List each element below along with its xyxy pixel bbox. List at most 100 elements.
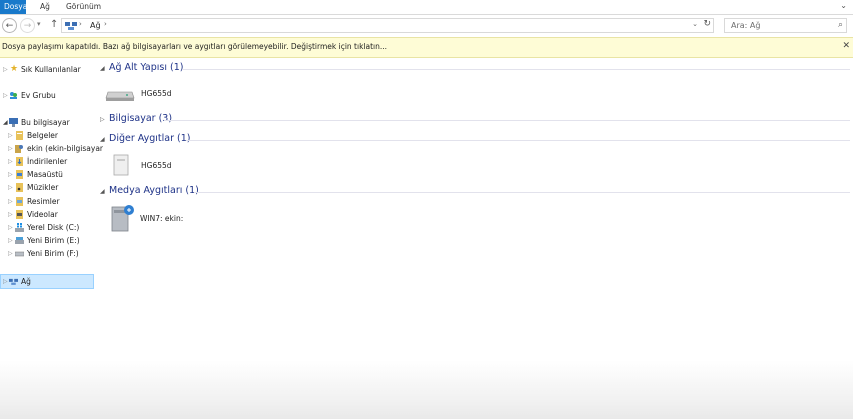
collapse-arrow-icon[interactable]: ◢ bbox=[100, 136, 105, 143]
nav-item-downloads[interactable]: ▷ İndirilenler bbox=[0, 155, 97, 168]
nav-item-label: Ev Grubu bbox=[21, 91, 56, 100]
group-other-devices[interactable]: ◢ Diğer Aygıtlar (1) bbox=[100, 133, 850, 147]
nav-item-homegroup[interactable]: ▷ Ev Grubu bbox=[0, 89, 97, 102]
nav-item-drive-f[interactable]: ▷ Yeni Birim (F:) bbox=[0, 247, 97, 260]
group-divider bbox=[182, 69, 850, 70]
media-server-icon bbox=[111, 205, 134, 232]
nav-item-label: Sık Kullanılanlar bbox=[21, 65, 81, 74]
expand-arrow-icon[interactable]: ▷ bbox=[8, 247, 13, 260]
expand-arrow-icon[interactable]: ▷ bbox=[3, 89, 8, 102]
nav-item-label: Yerel Disk (C:) bbox=[27, 223, 80, 232]
group-title: Bilgisayar (3) bbox=[109, 113, 173, 124]
tab-network[interactable]: Ağ bbox=[35, 0, 55, 14]
collapse-arrow-icon[interactable]: ◢ bbox=[100, 65, 105, 72]
nav-item-local-disk-c[interactable]: ▷ Yerel Disk (C:) bbox=[0, 221, 97, 234]
device-icon bbox=[113, 154, 129, 176]
downloads-icon bbox=[16, 157, 23, 166]
nav-item-user-folder[interactable]: ▷ ekin (ekin-bilgisayar bbox=[0, 142, 103, 155]
nav-item-drive-e[interactable]: ▷ Yeni Birim (E:) bbox=[0, 234, 97, 247]
ribbon-tabs: Dosya Ağ Görünüm ⌄ bbox=[0, 0, 853, 15]
expand-arrow-icon[interactable]: ▷ bbox=[8, 129, 13, 142]
removable-drive-icon bbox=[15, 251, 24, 257]
nav-item-label: İndirilenler bbox=[27, 157, 68, 166]
collapse-arrow-icon[interactable]: ◢ bbox=[3, 116, 8, 129]
expand-arrow-icon[interactable]: ▷ bbox=[8, 221, 13, 234]
expand-arrow-icon[interactable]: ▷ bbox=[8, 181, 13, 194]
group-title: Diğer Aygıtlar (1) bbox=[109, 133, 191, 144]
breadcrumb-chevron-icon[interactable]: › bbox=[79, 20, 82, 28]
nav-item-this-pc[interactable]: ◢ Bu bilgisayar bbox=[0, 116, 97, 129]
collapse-arrow-icon[interactable]: ◢ bbox=[100, 188, 105, 195]
group-divider bbox=[186, 140, 850, 141]
info-bar[interactable]: Dosya paylaşımı kapatıldı. Bazı ağ bilgi… bbox=[0, 37, 853, 58]
nav-item-label: Yeni Birim (F:) bbox=[27, 249, 79, 258]
back-button[interactable]: ← bbox=[2, 18, 17, 33]
nav-item-label: Resimler bbox=[27, 197, 60, 206]
tab-view[interactable]: Görünüm bbox=[61, 0, 106, 14]
address-dropdown-icon[interactable]: ⌄ bbox=[692, 20, 698, 28]
nav-item-label: ekin (ekin-bilgisayar bbox=[27, 144, 103, 153]
nav-item-label: Müzikler bbox=[27, 183, 59, 192]
nav-item-label: Videolar bbox=[27, 210, 58, 219]
nav-item-pictures[interactable]: ▷ Resimler bbox=[0, 195, 97, 208]
group-network-infrastructure[interactable]: ◢ Ağ Alt Yapısı (1) bbox=[100, 62, 850, 76]
expand-arrow-icon[interactable]: ▷ bbox=[8, 142, 13, 155]
group-computers[interactable]: ▷ Bilgisayar (3) bbox=[100, 113, 850, 127]
music-icon bbox=[16, 183, 23, 192]
nav-item-network[interactable]: ▷ Ağ bbox=[0, 274, 94, 289]
device-item[interactable]: HG655d bbox=[105, 86, 245, 114]
device-label: HG655d bbox=[141, 161, 172, 170]
expand-arrow-icon[interactable]: ▷ bbox=[100, 116, 105, 123]
expand-arrow-icon[interactable]: ▷ bbox=[8, 155, 13, 168]
up-button[interactable]: ↑ bbox=[50, 19, 58, 30]
navigation-bar: ← → ▾ ↑ › Ağ › ⌄ ↻ Ara: Ağ ⌕ bbox=[0, 15, 853, 37]
forward-button[interactable]: → bbox=[20, 18, 35, 33]
nav-item-documents[interactable]: ▷ Belgeler bbox=[0, 129, 97, 142]
nav-item-quick-access[interactable]: ▷ ★ Sık Kullanılanlar bbox=[0, 63, 97, 76]
computer-icon bbox=[9, 118, 18, 127]
star-icon: ★ bbox=[10, 64, 19, 74]
nav-item-videos[interactable]: ▷ Videolar bbox=[0, 208, 97, 221]
nav-item-label: Masaüstü bbox=[27, 170, 63, 179]
breadcrumb-network[interactable]: Ağ bbox=[90, 21, 101, 30]
windows-drive-icon bbox=[15, 223, 24, 232]
address-bar[interactable]: › Ağ › ⌄ ↻ bbox=[61, 18, 714, 33]
group-divider bbox=[164, 120, 850, 121]
network-icon bbox=[65, 22, 77, 30]
expand-arrow-icon[interactable]: ▷ bbox=[3, 63, 8, 76]
expand-arrow-icon[interactable]: ▷ bbox=[3, 275, 8, 288]
nav-item-label: Belgeler bbox=[27, 131, 58, 140]
expand-arrow-icon[interactable]: ▷ bbox=[8, 168, 13, 181]
expand-arrow-icon[interactable]: ▷ bbox=[8, 208, 13, 221]
nav-item-music[interactable]: ▷ Müzikler bbox=[0, 181, 97, 194]
device-item[interactable]: WIN7: ekin: bbox=[110, 203, 250, 232]
search-icon[interactable]: ⌕ bbox=[838, 20, 843, 30]
expand-arrow-icon[interactable]: ▷ bbox=[8, 195, 13, 208]
search-box[interactable]: Ara: Ağ ⌕ bbox=[724, 18, 847, 33]
nav-item-label: Ağ bbox=[21, 277, 31, 286]
refresh-icon[interactable]: ↻ bbox=[703, 19, 711, 29]
group-media-devices[interactable]: ◢ Medya Aygıtları (1) bbox=[100, 185, 850, 199]
pictures-icon bbox=[16, 197, 23, 206]
tab-file[interactable]: Dosya bbox=[0, 0, 27, 14]
breadcrumb-chevron-icon[interactable]: › bbox=[104, 20, 107, 28]
device-label: HG655d bbox=[141, 89, 172, 98]
user-folder-icon bbox=[15, 145, 23, 153]
expand-ribbon-icon[interactable]: ⌄ bbox=[840, 1, 847, 10]
search-input[interactable]: Ara: Ağ bbox=[731, 21, 760, 30]
recent-locations-icon[interactable]: ▾ bbox=[37, 20, 41, 28]
group-title: Medya Aygıtları (1) bbox=[109, 185, 199, 196]
window-bottom-shadow bbox=[0, 360, 853, 419]
group-title: Ağ Alt Yapısı (1) bbox=[109, 62, 184, 73]
videos-icon bbox=[16, 210, 23, 219]
nav-item-desktop[interactable]: ▷ Masaüstü bbox=[0, 168, 97, 181]
network-icon bbox=[9, 278, 18, 285]
expand-arrow-icon[interactable]: ▷ bbox=[8, 234, 13, 247]
close-icon[interactable]: ✕ bbox=[842, 41, 850, 51]
info-bar-text[interactable]: Dosya paylaşımı kapatıldı. Bazı ağ bilgi… bbox=[2, 42, 387, 51]
nav-item-label: Yeni Birim (E:) bbox=[27, 236, 80, 245]
device-item[interactable]: HG655d bbox=[111, 153, 251, 181]
homegroup-icon bbox=[10, 92, 17, 99]
desktop-icon bbox=[16, 170, 23, 179]
documents-icon bbox=[16, 131, 23, 140]
